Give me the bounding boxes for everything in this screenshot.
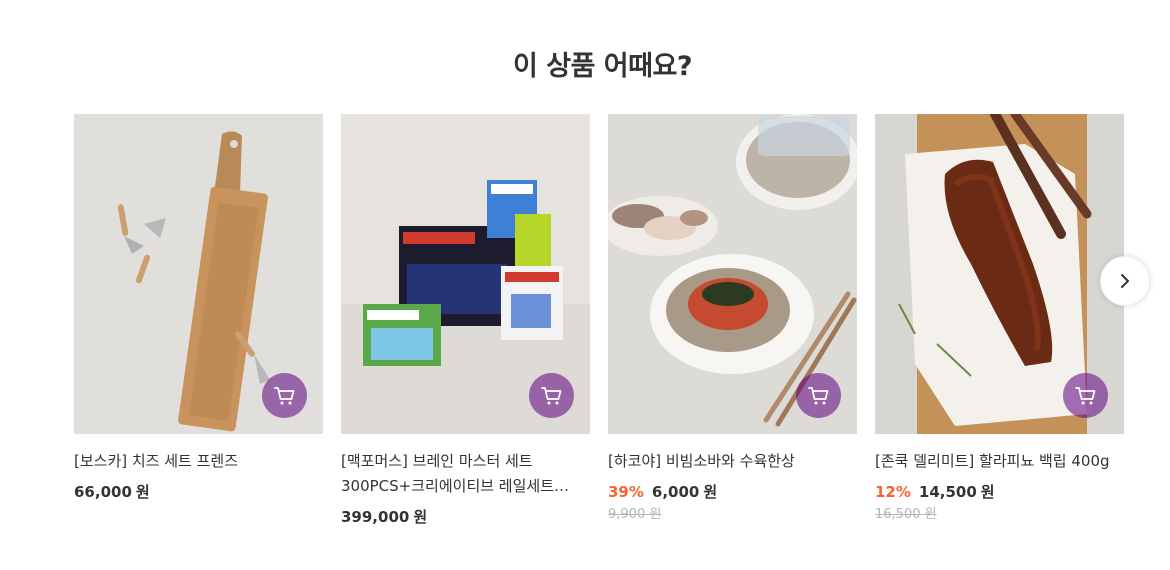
original-price: 9,900 원 — [608, 507, 662, 522]
cart-icon — [1074, 386, 1095, 404]
product-image[interactable] — [875, 114, 1124, 434]
add-to-cart-button[interactable] — [796, 373, 841, 418]
product-image[interactable] — [341, 114, 590, 434]
product-card[interactable]: [맥포머스] 브레인 마스터 세트 300PCS+크리에이티브 레일세트 90P… — [341, 114, 590, 527]
product-name[interactable]: [하코야] 비빔소바와 수육한상 — [608, 449, 848, 474]
cart-icon — [273, 386, 294, 404]
product-card[interactable]: [하코야] 비빔소바와 수육한상 39% 6,000 원 9,900 원 — [608, 114, 857, 523]
original-price: 16,500 원 — [875, 507, 937, 522]
price-row: 12% 14,500 원 — [875, 482, 1124, 502]
section-title: 이 상품 어때요? — [512, 51, 693, 82]
product-price: 66,000 — [74, 483, 132, 501]
product-price: 6,000 — [651, 483, 700, 501]
add-to-cart-button[interactable] — [262, 373, 307, 418]
price-row: 66,000 원 — [74, 482, 323, 502]
add-to-cart-button[interactable] — [1063, 373, 1108, 418]
product-image[interactable] — [608, 114, 857, 434]
chevron-right-icon — [1121, 274, 1129, 288]
product-image[interactable] — [74, 114, 323, 434]
price-row: 399,000 원 — [341, 507, 590, 527]
product-card[interactable]: [존쿡 델리미트] 할라피뇨 백립 400g 12% 14,500 원 16,500… — [875, 114, 1124, 523]
currency-label: 원 — [980, 483, 995, 501]
cart-icon — [807, 386, 828, 404]
product-price: 14,500 — [918, 483, 977, 501]
discount-rate: 39% — [608, 483, 644, 501]
product-card[interactable]: [보스카] 치즈 세트 프렌즈 66,000 원 — [74, 114, 323, 502]
product-name[interactable]: [맥포머스] 브레인 마스터 세트 300PCS+크리에이티브 레일세트 90P… — [341, 449, 581, 499]
product-list: [보스카] 치즈 세트 프렌즈 66,000 원 [맥포머스] 브레인 마스터 … — [74, 114, 1170, 544]
carousel-next-button[interactable] — [1100, 256, 1150, 306]
discount-rate: 12% — [875, 483, 911, 501]
price-row: 39% 6,000 원 — [608, 482, 857, 502]
currency-label: 원 — [703, 483, 718, 501]
product-name[interactable]: [보스카] 치즈 세트 프렌즈 — [74, 449, 314, 474]
currency-label: 원 — [135, 483, 150, 501]
currency-label: 원 — [413, 508, 428, 526]
cart-icon — [540, 386, 561, 404]
add-to-cart-button[interactable] — [529, 373, 574, 418]
product-name[interactable]: [존쿡 델리미트] 할라피뇨 백립 400g — [875, 449, 1115, 474]
product-price: 399,000 — [341, 508, 410, 526]
